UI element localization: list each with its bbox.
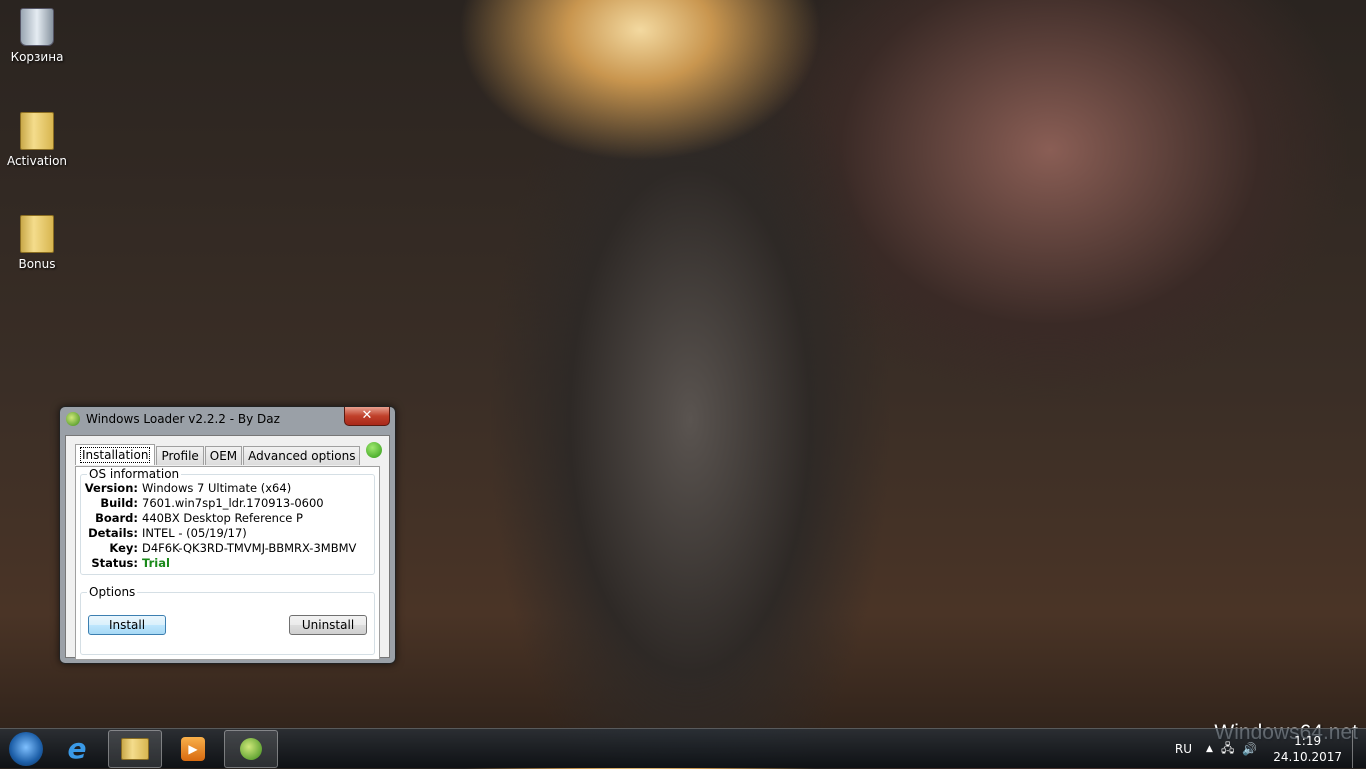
app-icon: [66, 412, 80, 426]
folder-icon: [121, 737, 149, 760]
install-button[interactable]: Install: [88, 615, 166, 635]
window-title: Windows Loader v2.2.2 - By Daz: [86, 412, 280, 426]
taskbar-explorer[interactable]: [108, 729, 162, 768]
show-hidden-icons-icon[interactable]: ▲: [1206, 744, 1213, 754]
language-indicator[interactable]: RU: [1175, 742, 1192, 756]
clock[interactable]: 1:19 24.10.2017: [1273, 733, 1342, 765]
tab-profile[interactable]: Profile: [156, 446, 204, 465]
tab-label: Installation: [80, 447, 151, 463]
taskbar-internet-explorer[interactable]: e: [50, 730, 104, 768]
info-key: Board:: [95, 511, 138, 525]
media-player-icon: ▶: [181, 736, 205, 761]
tab-advanced-options[interactable]: Advanced options: [243, 446, 361, 465]
folder-icon: [20, 215, 54, 253]
info-key: Key:: [109, 541, 138, 555]
info-key: Version:: [84, 481, 138, 495]
close-button[interactable]: ✕: [344, 407, 390, 426]
show-desktop-button[interactable]: [1352, 730, 1366, 768]
info-value: 7601.win7sp1_ldr.170913-0600: [142, 496, 324, 510]
taskbar: e ▶ RU ▲ 🖧 🔊 1:19 24.10.2017: [0, 728, 1366, 768]
desktop-icon-activation[interactable]: Activation: [0, 112, 74, 168]
info-row-build: Build: 7601.win7sp1_ldr.170913-0600: [83, 496, 374, 511]
os-information-legend: OS information: [89, 467, 180, 481]
os-information-group: OS information Version: Windows 7 Ultimat…: [80, 467, 375, 575]
desktop-icon-bonus[interactable]: Bonus: [0, 215, 74, 271]
desktop-icon-recycle-bin[interactable]: Корзина: [0, 8, 74, 64]
uninstall-button[interactable]: Uninstall: [289, 615, 367, 635]
info-row-details: Details: INTEL - (05/19/17): [83, 526, 374, 541]
info-value: Windows 7 Ultimate (x64): [142, 481, 292, 495]
tab-oem[interactable]: OEM: [204, 446, 243, 465]
desktop-icon-label: Bonus: [18, 257, 56, 271]
desktop-icon-label: Корзина: [10, 50, 64, 64]
tab-bar: Installation Profile OEM Advanced option…: [75, 444, 361, 465]
recycle-bin-icon: [20, 8, 54, 46]
system-tray: RU ▲ 🖧 🔊 1:19 24.10.2017: [1175, 729, 1366, 769]
status-value: Trial: [142, 556, 170, 570]
info-key: Build:: [100, 496, 138, 510]
volume-icon[interactable]: 🔊: [1242, 742, 1257, 756]
info-row-board: Board: 440BX Desktop Reference P: [83, 511, 374, 526]
info-value: INTEL - (05/19/17): [142, 526, 247, 540]
status-indicator-icon: [366, 442, 382, 458]
folder-icon: [20, 112, 54, 150]
installation-panel: OS information Version: Windows 7 Ultimat…: [75, 466, 380, 660]
info-key: Status:: [91, 556, 138, 570]
clock-time: 1:19: [1294, 734, 1322, 748]
info-value: D4F6K-QK3RD-TMVMJ-BBMRX-3MBMV: [142, 541, 357, 555]
taskbar-windows-loader[interactable]: [224, 729, 278, 768]
internet-explorer-icon: e: [67, 732, 87, 765]
options-legend: Options: [89, 585, 136, 599]
taskbar-media-player[interactable]: ▶: [166, 730, 220, 768]
tab-installation[interactable]: Installation: [75, 444, 156, 465]
windows-loader-icon: [240, 737, 262, 760]
options-group: Options Install Uninstall: [80, 585, 375, 655]
clock-date: 24.10.2017: [1273, 750, 1342, 764]
window-client: Installation Profile OEM Advanced option…: [65, 435, 390, 660]
info-value: 440BX Desktop Reference P: [142, 511, 303, 525]
info-row-version: Version: Windows 7 Ultimate (x64): [83, 481, 374, 496]
info-key: Details:: [88, 526, 138, 540]
desktop-icon-label: Activation: [6, 154, 68, 168]
info-row-key: Key: D4F6K-QK3RD-TMVMJ-BBMRX-3MBMV: [83, 541, 374, 556]
start-button[interactable]: [9, 731, 43, 766]
network-icon[interactable]: 🖧: [1221, 739, 1234, 760]
info-row-status: Status: Trial: [83, 556, 374, 571]
windows-loader-window: Windows Loader v2.2.2 - By Daz ✕ Install…: [59, 406, 396, 664]
